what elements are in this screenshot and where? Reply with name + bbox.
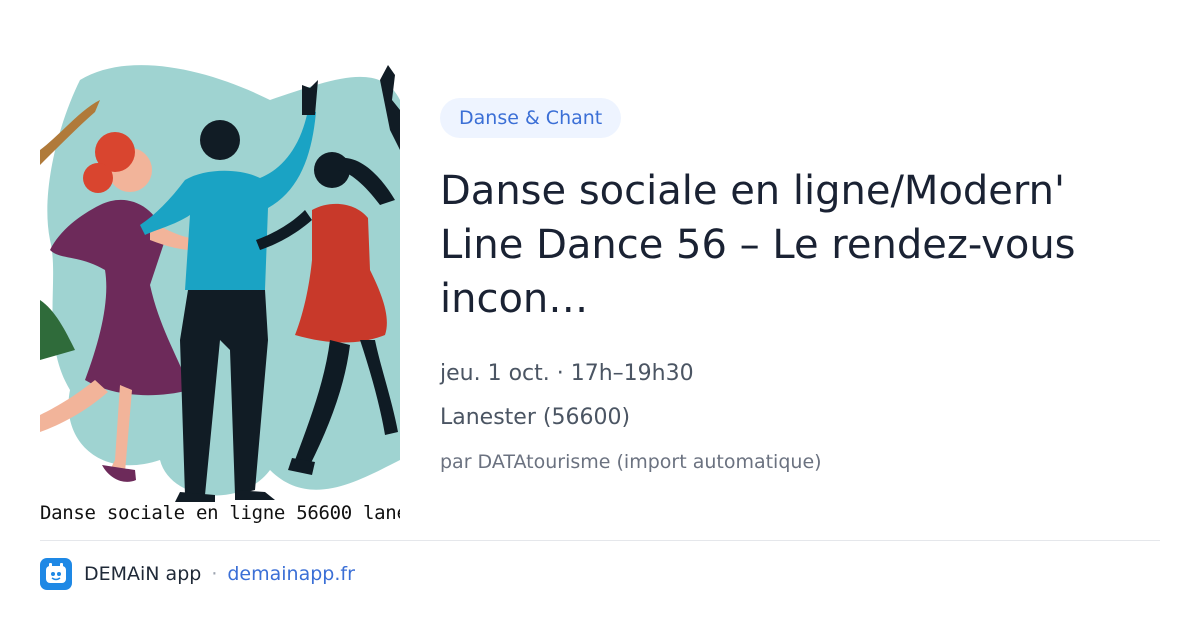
dancers-illustration — [40, 65, 400, 502]
event-datetime: jeu. 1 oct. · 17h–19h30 — [440, 361, 694, 386]
event-card[interactable]: Danse sociale en ligne 56600 lanester Da… — [0, 0, 1200, 630]
event-meta: jeu. 1 oct. · 17h–19h30 Lanester (56600)… — [440, 352, 1140, 484]
app-name[interactable]: DEMAiN app — [84, 563, 201, 585]
event-source: par DATAtourisme (import automatique) — [440, 451, 822, 473]
image-caption: Danse sociale en ligne 56600 lanester — [40, 502, 400, 524]
event-location: Lanester (56600) — [440, 405, 631, 430]
event-title[interactable]: Danse sociale en ligne/Modern' Line Danc… — [440, 164, 1130, 326]
footer-separator: · — [211, 563, 218, 585]
demain-app-icon — [40, 558, 72, 590]
footer-divider — [40, 540, 1160, 541]
event-image: Danse sociale en ligne 56600 lanester — [40, 40, 400, 530]
footer: DEMAiN app · demainapp.fr — [40, 557, 355, 591]
event-details: Danse & Chant Danse sociale en ligne/Mod… — [440, 98, 1140, 484]
site-link[interactable]: demainapp.fr — [227, 563, 355, 585]
category-badge[interactable]: Danse & Chant — [440, 98, 622, 138]
